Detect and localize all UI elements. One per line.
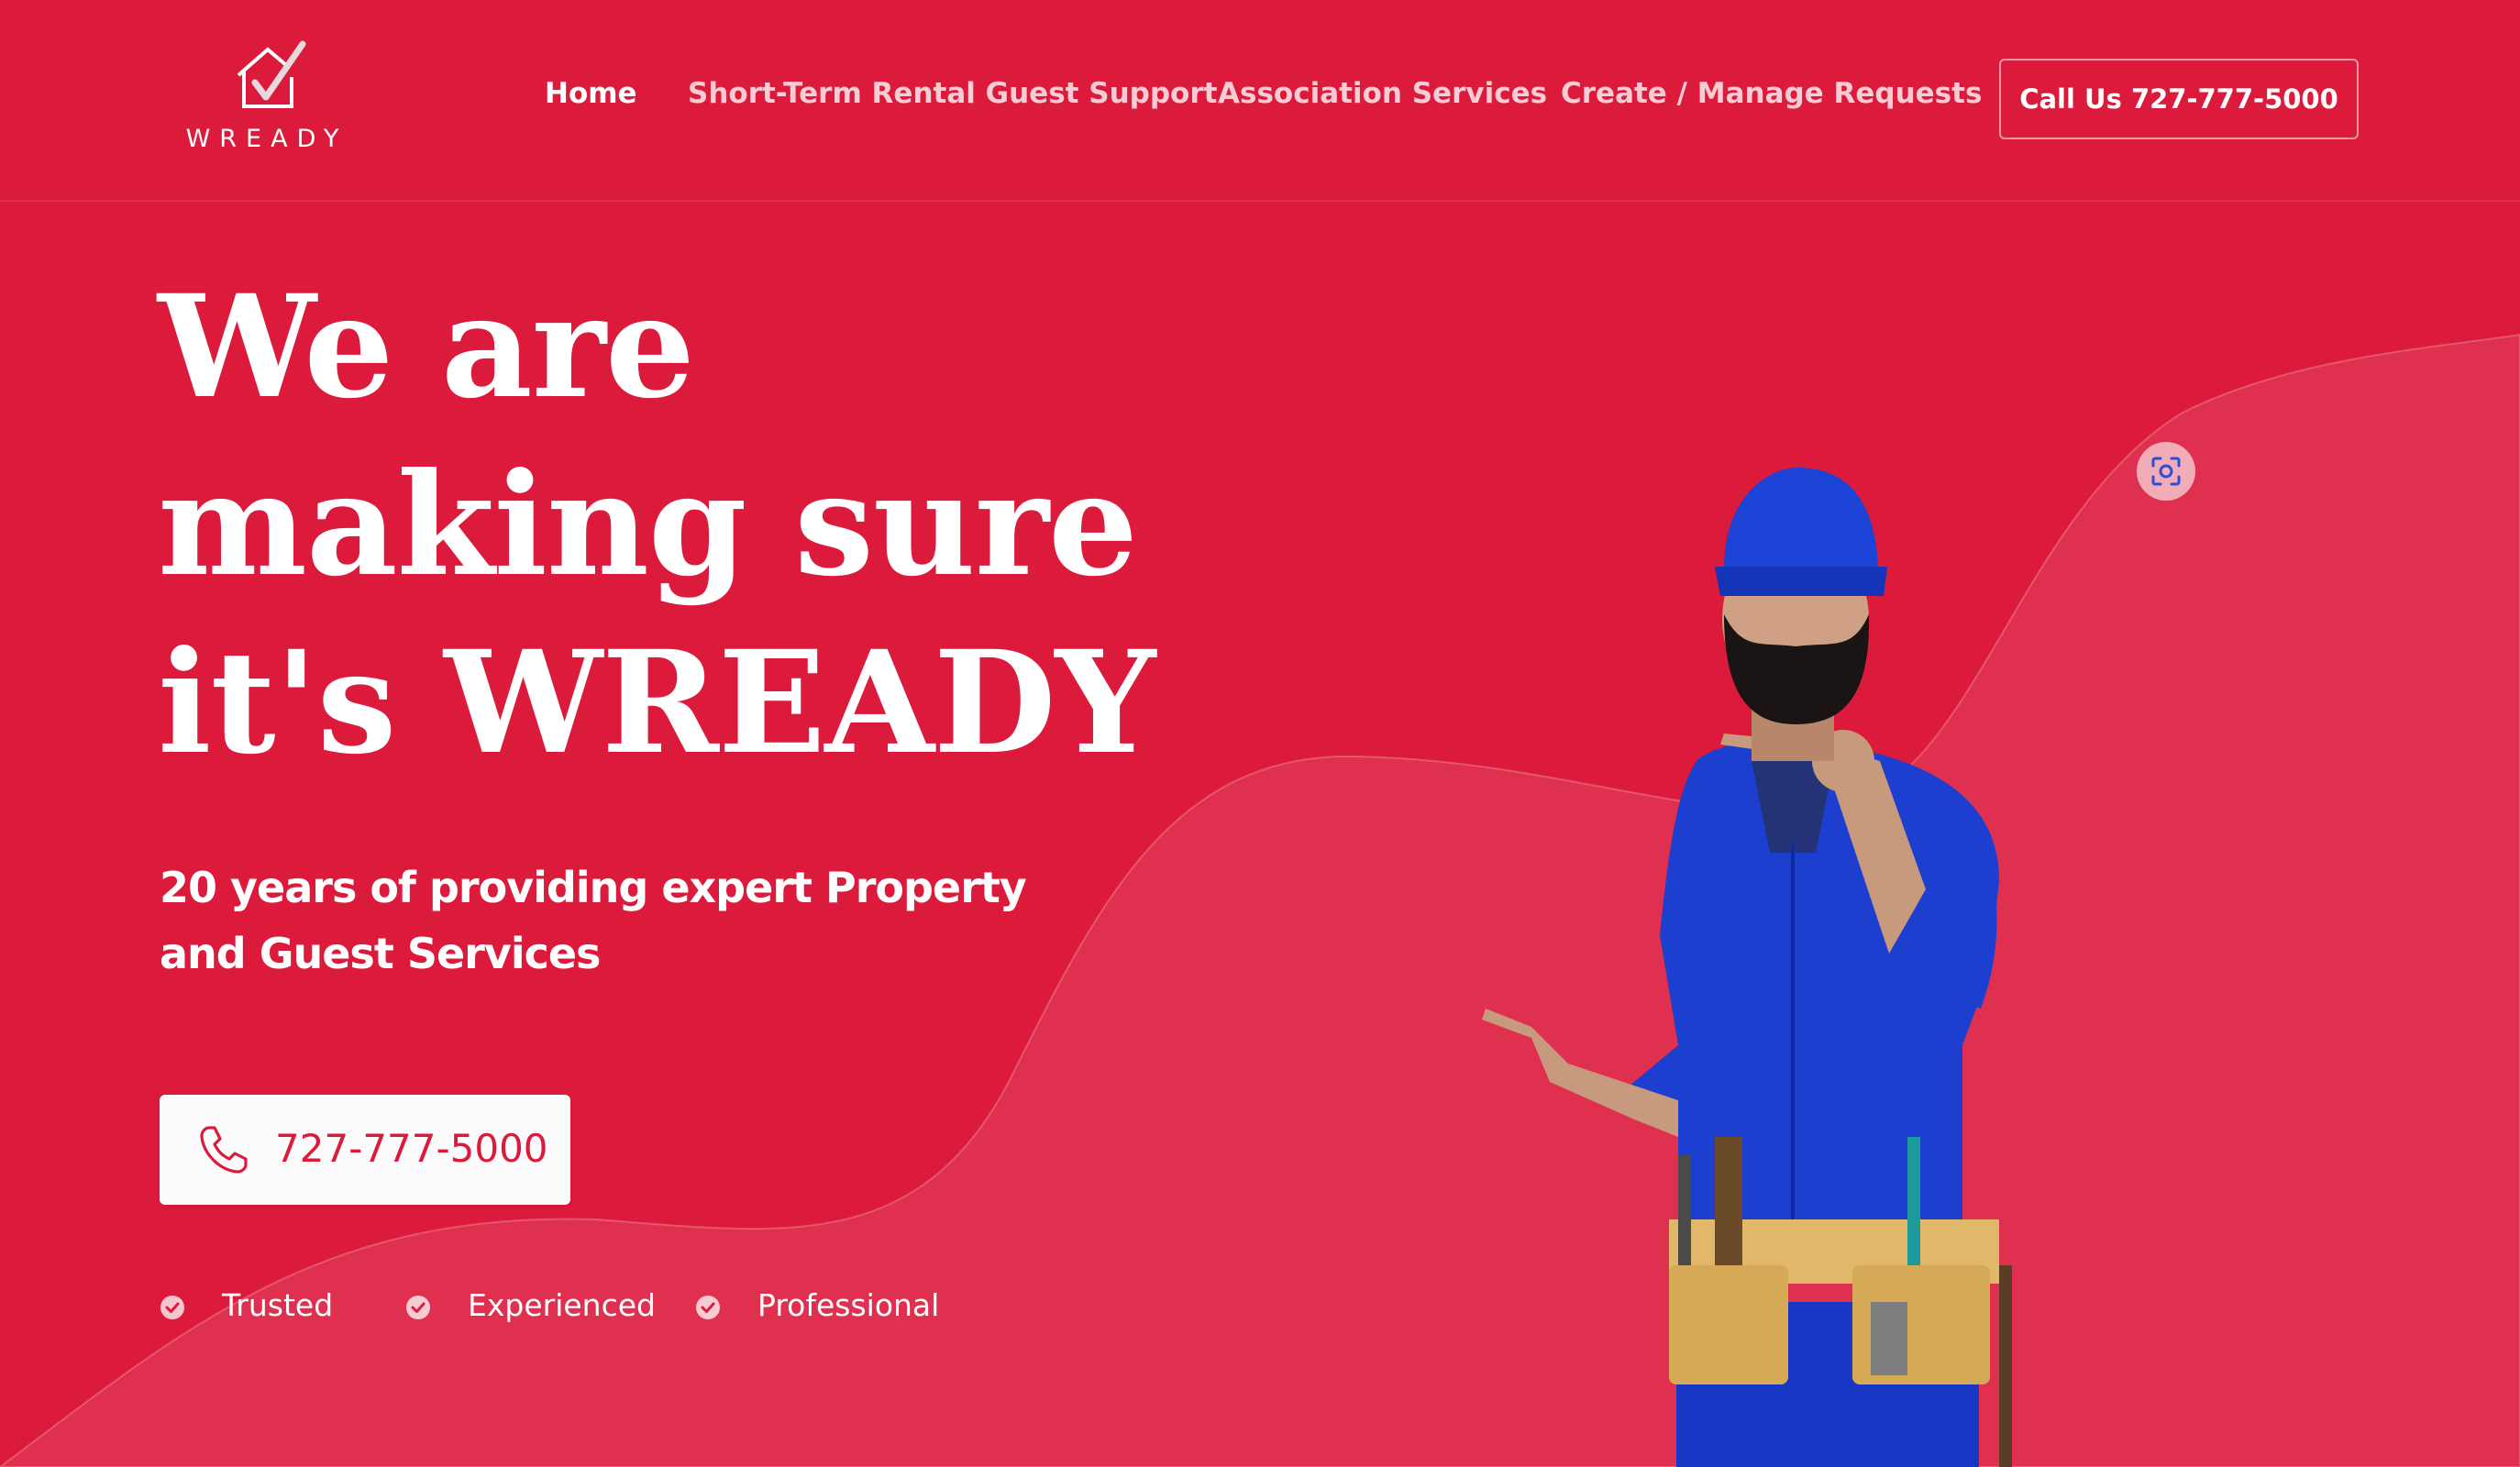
phone-call-button[interactable]: 727-777-5000 [160, 1095, 570, 1205]
hero-title-line: We are [158, 264, 695, 430]
visual-search-icon [2151, 457, 2181, 486]
check-circle-icon [696, 1296, 720, 1319]
feature-label: Experienced [468, 1287, 656, 1323]
nav-short-term-rental-guest-support[interactable]: Short-Term Rental Guest Support [688, 77, 1217, 110]
feature-label: Professional [757, 1287, 940, 1323]
hero-title: We are making sure it's WREADY [158, 259, 1221, 792]
phone-icon [200, 1126, 248, 1174]
phone-number: 727-777-5000 [275, 1126, 548, 1171]
nav-create-manage-requests[interactable]: Create / Manage Requests [1561, 77, 1982, 110]
feature-list: Trusted Experienced Professional [160, 1284, 1077, 1329]
visual-search-button[interactable] [2137, 442, 2195, 501]
nav-home[interactable]: Home [545, 77, 637, 110]
hero-title-line: it's WREADY [158, 620, 1155, 786]
nav-association-services[interactable]: Association Services [1218, 77, 1547, 110]
site-header: WREADY Home Short-Term Rental Guest Supp… [0, 0, 2520, 202]
hero-subtitle: 20 years of providing expert Property an… [160, 855, 1095, 987]
worker-pointing-image [1482, 468, 2012, 1467]
hero-subtitle-line: and Guest Services [160, 929, 601, 978]
feature-label: Trusted [222, 1287, 334, 1323]
logo-text: WREADY [185, 125, 348, 153]
check-circle-icon [160, 1296, 184, 1319]
call-us-button[interactable]: Call Us 727-777-5000 [1999, 59, 2359, 139]
hero-subtitle-line: 20 years of providing expert Property [160, 863, 1027, 912]
hero-title-line: making sure [158, 442, 1138, 608]
check-circle-icon [406, 1296, 430, 1319]
